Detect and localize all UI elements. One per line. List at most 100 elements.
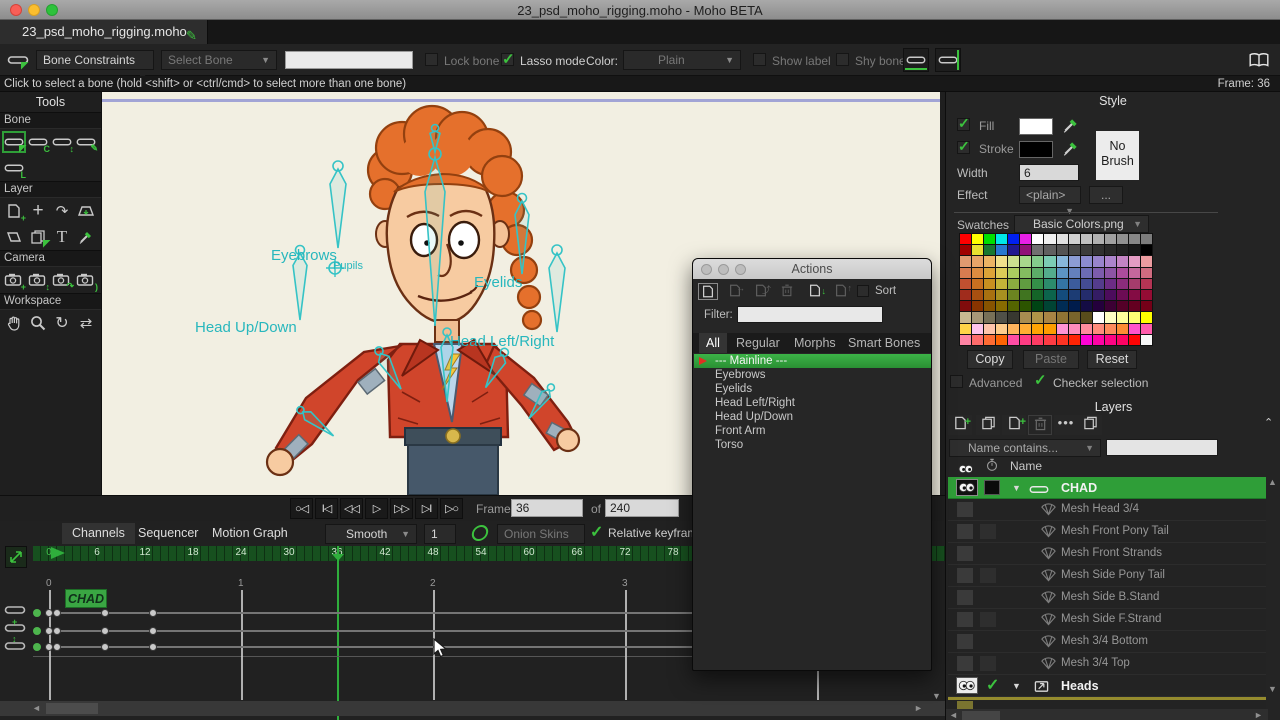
palette-color[interactable] <box>972 279 983 289</box>
layer-more-icon[interactable]: ••• <box>1054 415 1078 435</box>
palette-color[interactable] <box>1129 324 1140 334</box>
stroke-eyedropper-icon[interactable] <box>1062 139 1080 162</box>
layer-animated-checkbox[interactable] <box>980 568 996 583</box>
actions-tab-morphs[interactable]: Morphs <box>787 333 843 353</box>
prev-keyframe-button[interactable]: I◁ <box>315 498 338 519</box>
keyframe-dot[interactable] <box>53 609 61 617</box>
palette-color[interactable] <box>1032 312 1043 322</box>
palette-color[interactable] <box>1081 312 1092 322</box>
layer-visibility-eyes-icon[interactable] <box>956 479 978 496</box>
tab-channels[interactable]: Channels <box>62 523 135 544</box>
action-row-mainline[interactable]: --- Mainline --- <box>694 354 931 368</box>
palette-color[interactable] <box>1117 268 1128 278</box>
palette-color[interactable] <box>1093 256 1104 266</box>
palette-color[interactable] <box>1069 324 1080 334</box>
palette-color[interactable] <box>1044 324 1055 334</box>
delete-action-icon[interactable] <box>777 283 797 300</box>
palette-color[interactable] <box>996 335 1007 345</box>
palette-color[interactable] <box>1069 279 1080 289</box>
palette-color[interactable] <box>1081 279 1092 289</box>
palette-color[interactable] <box>1057 245 1068 255</box>
duplicate-layer-icon[interactable] <box>976 415 1000 435</box>
palette-color[interactable] <box>1129 245 1140 255</box>
palette-color[interactable] <box>1117 301 1128 311</box>
bone[interactable] <box>549 245 565 332</box>
palette-color[interactable] <box>1008 279 1019 289</box>
eyedropper-tool[interactable] <box>74 226 98 248</box>
layers-scroll-right-icon[interactable]: ► <box>1254 710 1263 720</box>
palette-color[interactable] <box>996 234 1007 244</box>
palette-color[interactable] <box>960 279 971 289</box>
palette-color[interactable] <box>996 301 1007 311</box>
layer-expand-icon[interactable]: ▼ <box>1012 483 1021 493</box>
palette-color[interactable] <box>1069 301 1080 311</box>
palette-color[interactable] <box>960 312 971 322</box>
palette-color[interactable] <box>1057 234 1068 244</box>
palette-color[interactable] <box>1032 245 1043 255</box>
bone-select-tool-icon[interactable]: ◤ <box>6 49 30 71</box>
layer-row[interactable]: ▼CHAD <box>948 477 1266 499</box>
playhead-line[interactable] <box>337 546 339 720</box>
palette-color[interactable] <box>1117 245 1128 255</box>
palette-color[interactable] <box>1105 234 1116 244</box>
palette-color[interactable] <box>1105 290 1116 300</box>
lock-bone-checkbox[interactable] <box>425 53 438 66</box>
keyframe-dot[interactable] <box>149 627 157 635</box>
layer-row[interactable]: Mesh Side Pony Tail <box>948 565 1266 587</box>
action-row[interactable]: Eyebrows <box>694 368 931 382</box>
play-button[interactable]: ▷ <box>365 498 388 519</box>
layer-expand-icon[interactable]: ▼ <box>1012 681 1021 691</box>
palette-color[interactable] <box>996 256 1007 266</box>
zoom-workspace-tool[interactable] <box>26 312 50 334</box>
keyframe-dot[interactable] <box>45 643 53 651</box>
palette-color[interactable] <box>1057 312 1068 322</box>
layer-visibility-checkbox[interactable] <box>957 568 973 583</box>
palette-color[interactable] <box>1069 312 1080 322</box>
palette-color[interactable] <box>1044 245 1055 255</box>
palette-color[interactable] <box>1117 256 1128 266</box>
palette-color[interactable] <box>1093 268 1104 278</box>
palette-color[interactable] <box>1008 335 1019 345</box>
palette-color[interactable] <box>1081 301 1092 311</box>
palette-color[interactable] <box>972 312 983 322</box>
layer-visibility-checkbox[interactable] <box>957 502 973 517</box>
layer-filter-dropdown[interactable]: Name contains...▼ <box>949 439 1101 457</box>
palette-color[interactable] <box>1129 279 1140 289</box>
palette-color[interactable] <box>1020 256 1031 266</box>
palette-color[interactable] <box>1008 290 1019 300</box>
palette-color[interactable] <box>1069 234 1080 244</box>
palette-color[interactable] <box>960 290 971 300</box>
pan-tilt-camera-tool[interactable]: ) <box>74 269 98 291</box>
channel-enabled-dot[interactable] <box>33 643 41 651</box>
layer-row[interactable]: Mesh Head 3/4 <box>948 499 1266 521</box>
onion-skin-icon[interactable] <box>470 525 489 541</box>
layer-visibility-checkbox[interactable] <box>957 612 973 627</box>
palette-color[interactable] <box>960 335 971 345</box>
show-label-checkbox[interactable] <box>753 53 766 66</box>
palette-color[interactable] <box>1020 324 1031 334</box>
bone-stretch-horizontal-icon[interactable] <box>903 48 929 72</box>
palette-color[interactable] <box>1141 234 1152 244</box>
palette-color[interactable] <box>972 268 983 278</box>
palette-color[interactable] <box>1105 256 1116 266</box>
bone[interactable] <box>295 404 337 440</box>
select-bone-dropdown[interactable]: Select Bone▼ <box>161 50 277 70</box>
palette-color[interactable] <box>1032 324 1043 334</box>
copy-style-button[interactable]: Copy <box>967 350 1013 369</box>
layer-animated-checkbox[interactable] <box>980 524 996 539</box>
palette-color[interactable] <box>1129 234 1140 244</box>
palette-color[interactable] <box>1044 234 1055 244</box>
actions-titlebar[interactable]: Actions <box>693 259 931 279</box>
layer-visibility-eyes-icon[interactable] <box>956 677 978 694</box>
keyframe-dot[interactable] <box>45 627 53 635</box>
cycle-count-dropdown[interactable]: 1▼ <box>424 524 456 544</box>
palette-color[interactable] <box>1008 245 1019 255</box>
new-layer-icon[interactable]: + <box>948 415 972 435</box>
layers-scroll-left-icon[interactable]: ◄ <box>949 710 958 720</box>
advanced-checkbox[interactable] <box>950 375 963 388</box>
insert-action-icon[interactable]: ↓ <box>805 283 825 300</box>
stroke-color-swatch[interactable] <box>1019 141 1053 158</box>
delete-layer-icon[interactable] <box>1028 415 1052 435</box>
layer-search-input[interactable] <box>1106 439 1218 456</box>
palette-color[interactable] <box>996 324 1007 334</box>
